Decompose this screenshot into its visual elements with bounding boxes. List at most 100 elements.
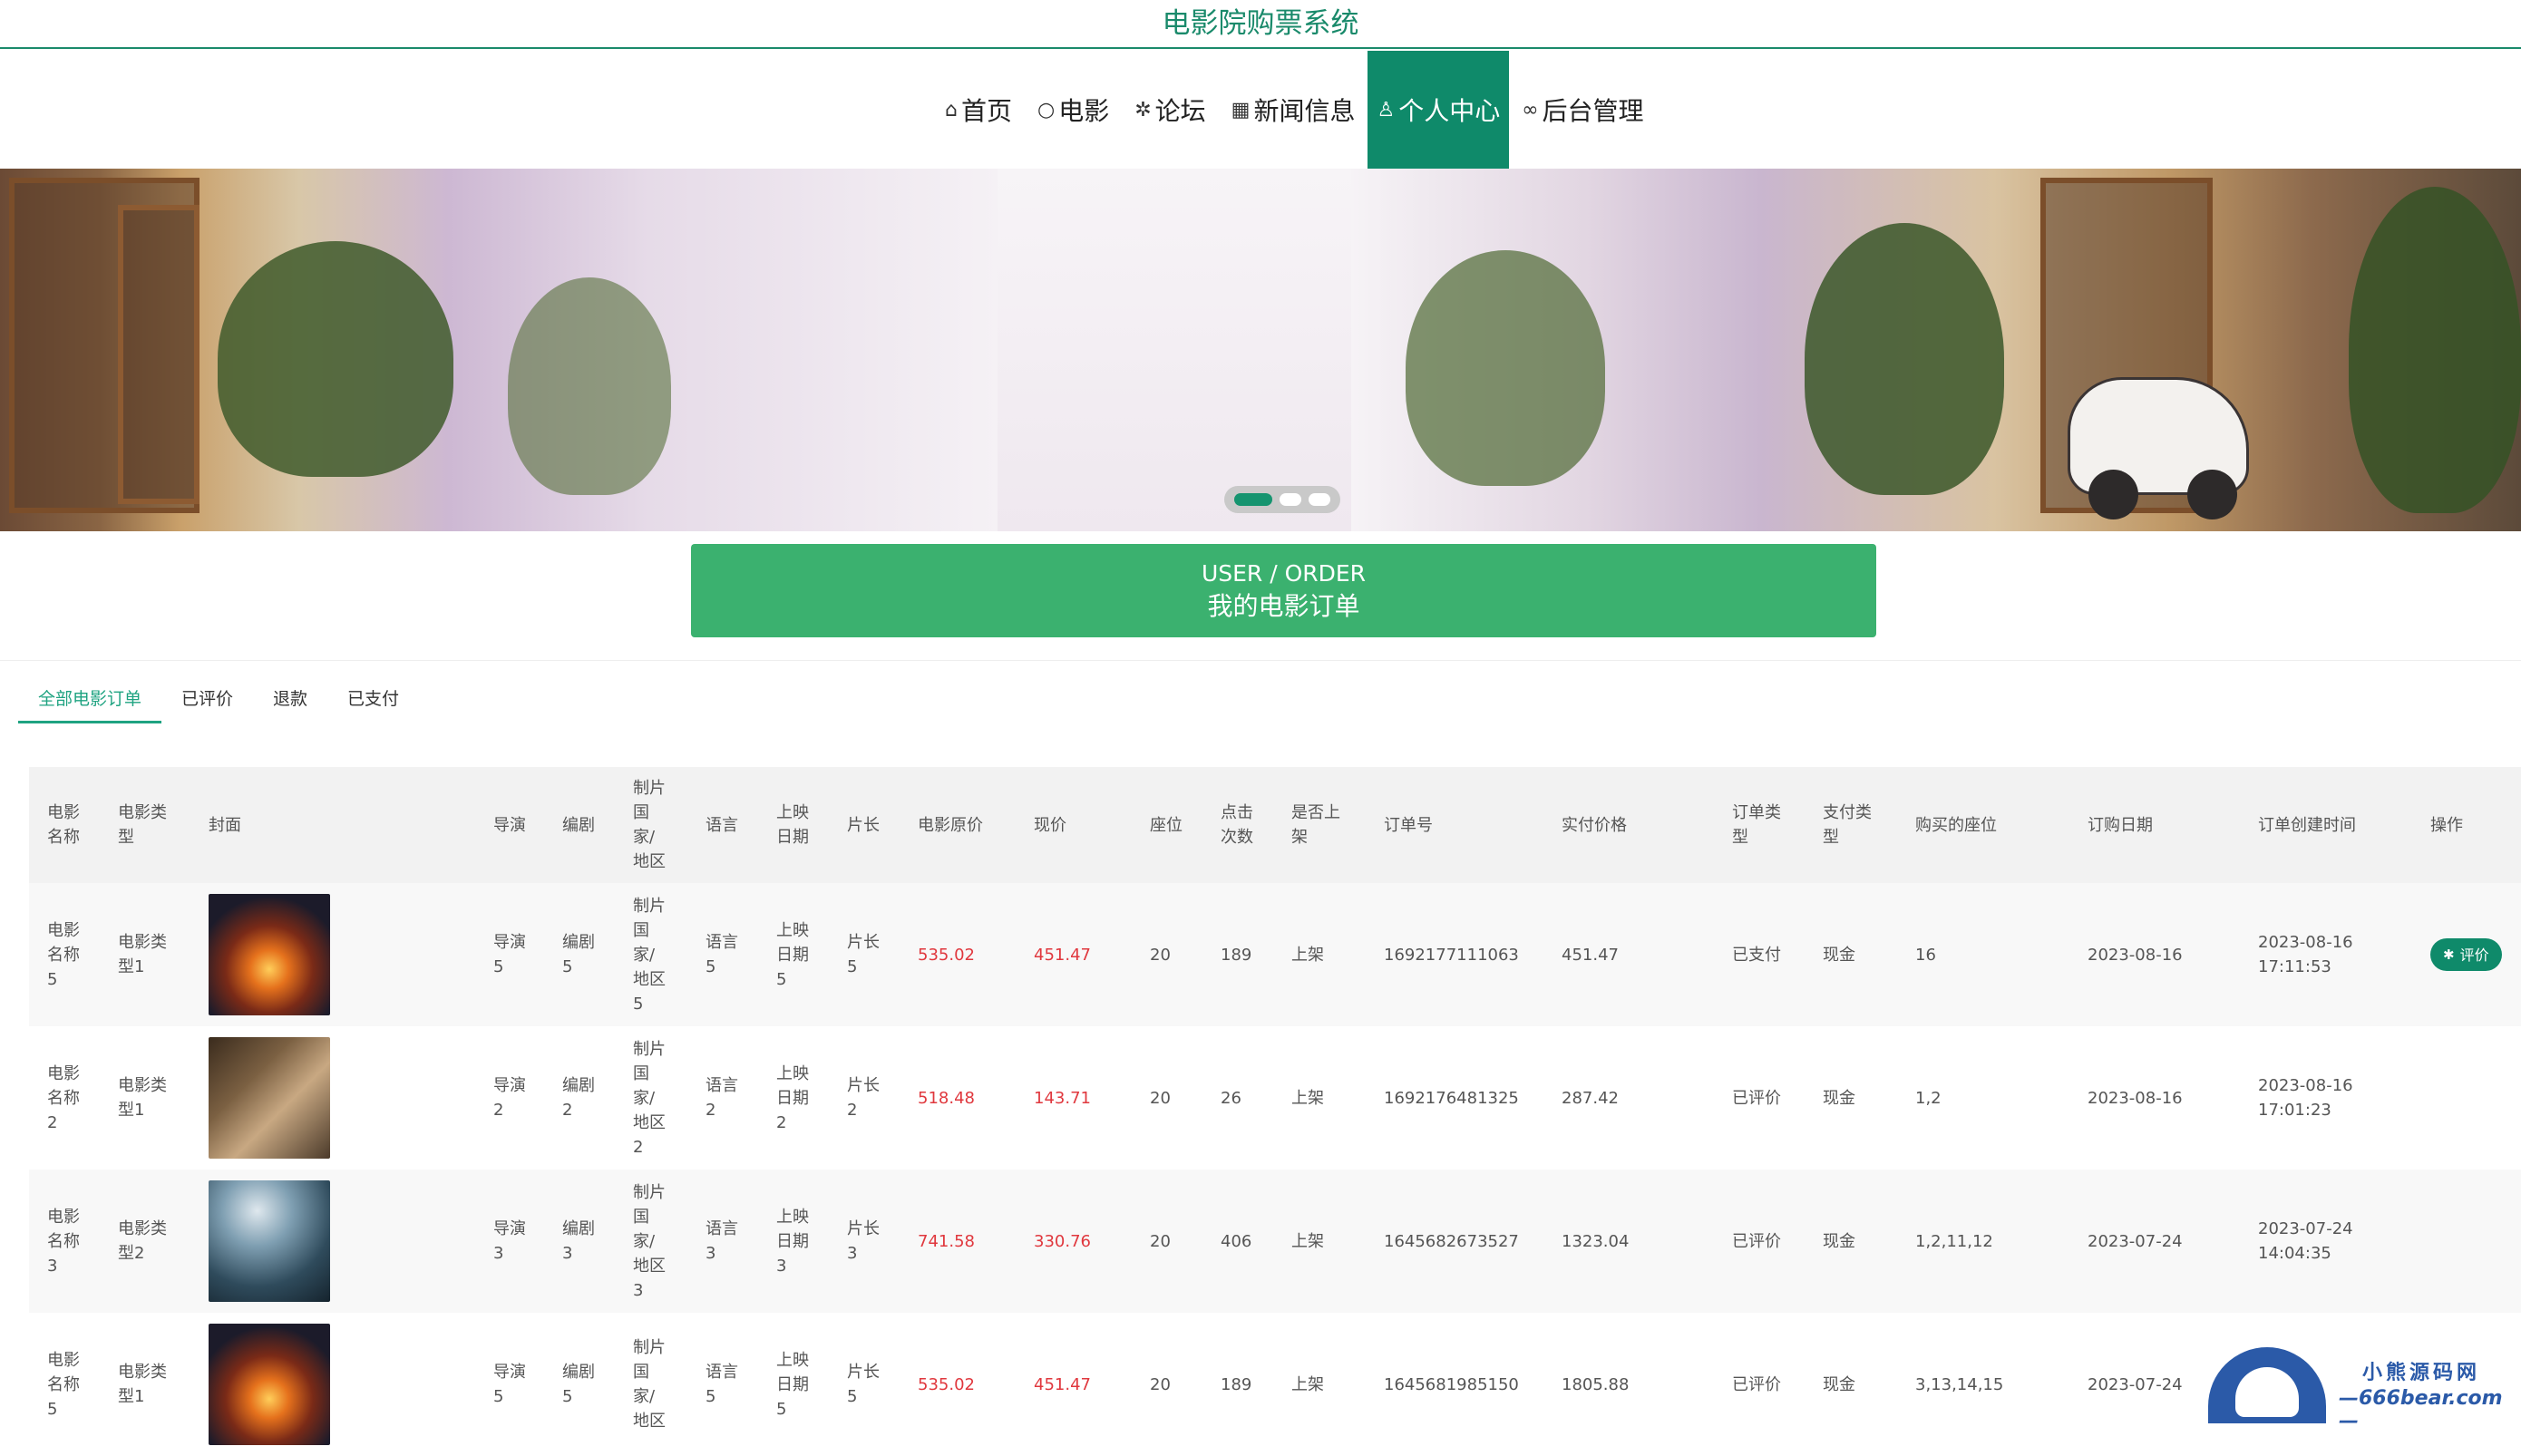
user-icon: ♙	[1377, 98, 1396, 121]
cell-pay_type: 现金	[1823, 1088, 1855, 1108]
header-cell: 制片国家/地区	[633, 779, 666, 871]
cell-created: 2023-07-24 14:04:35	[2258, 1219, 2353, 1263]
cell-order_no: 1645682673527	[1384, 1231, 1519, 1251]
header-cell: 订单创建时间	[2258, 815, 2356, 835]
cell-release: 上映 日期 3	[776, 1207, 809, 1276]
cell-length: 片长 2	[847, 1076, 880, 1120]
cell-bought_seats: 1,2	[1915, 1088, 1942, 1108]
tab-4[interactable]: 已支付	[327, 682, 419, 723]
cell-writer: 编剧 5	[562, 933, 595, 976]
cell-order_type: 已支付	[1732, 945, 1781, 965]
cell-order_no: 1645681985150	[1384, 1374, 1519, 1394]
cell-pay_type: 现金	[1823, 1374, 1855, 1394]
cell-order_no: 1692176481325	[1384, 1088, 1519, 1108]
header-cell: 订单类型	[1732, 803, 1781, 847]
cell-paid: 287.42	[1562, 1088, 1619, 1108]
movie-cover-image[interactable]	[209, 1324, 330, 1445]
cell-paid: 1805.88	[1562, 1374, 1630, 1394]
review-icon: ✱	[2443, 946, 2455, 963]
cell-country: 制片国家/地区 2	[633, 1039, 666, 1157]
watermark-logo: 小熊源码网 —666bear.com—	[2208, 1340, 2521, 1432]
cell-cover	[190, 1037, 475, 1159]
scooter-image	[2068, 377, 2249, 519]
cell-paid: 451.47	[1562, 945, 1619, 965]
cell-onsale: 上架	[1291, 1231, 1324, 1251]
cell-writer: 编剧 5	[562, 1363, 595, 1406]
cell-clicks: 189	[1221, 945, 1252, 965]
cell-country: 制片国家/地区 3	[633, 1182, 666, 1300]
cell-orig_price: 535.02	[918, 1374, 975, 1394]
movie-cover-image[interactable]	[209, 1180, 330, 1302]
cell-paid: 1323.04	[1562, 1231, 1630, 1251]
carousel-dot-1[interactable]	[1234, 493, 1272, 506]
order-table: 电影 名称 电影类型封面 导演 编剧 制片国家/地区 语言 上映 日期 片长 电影原价 现价 座位 点击次…	[29, 767, 2521, 1456]
cell-length: 片长 5	[847, 1363, 880, 1406]
table-header: 电影 名称 电影类型 封面 导演 编剧 制片国家/地区 语言 上映 日期 片长 电影原价 现价 座位 点击次…	[29, 767, 2521, 883]
cell-order_date: 2023-07-24	[2088, 1231, 2183, 1251]
nav-item-5[interactable]: ♙ 个人中心	[1368, 51, 1510, 169]
header-cell: 购买的座位	[1915, 815, 1997, 835]
cell-clicks: 26	[1221, 1088, 1241, 1108]
cell-country: 制片国家/地区	[633, 1338, 666, 1431]
tab-3[interactable]: 退款	[253, 682, 327, 723]
carousel-dot-3[interactable]	[1309, 493, 1330, 506]
forum-icon: ✲	[1134, 98, 1152, 121]
tab-1[interactable]: 全部电影订单	[18, 682, 162, 723]
cell-order_date: 2023-08-16	[2088, 945, 2183, 965]
nav-item-1[interactable]: ⌂ 首页	[932, 51, 1025, 169]
cell-writer: 编剧 2	[562, 1076, 595, 1120]
cell-release: 上映 日期 5	[776, 1350, 809, 1419]
cell-lang: 语言 5	[706, 933, 738, 976]
header-cell: 编剧	[562, 815, 595, 835]
order-tabs: 全部电影订单 已评价 退款 已支付	[18, 682, 419, 723]
news-icon: ▦	[1231, 98, 1251, 121]
section-title-banner: USER / ORDER 我的电影订单	[691, 544, 1876, 637]
cell-price: 330.76	[1034, 1231, 1091, 1251]
cell-director: 导演 3	[493, 1219, 526, 1263]
cell-cover	[190, 1324, 475, 1445]
nav-item-4[interactable]: ▦ 新闻信息	[1219, 51, 1368, 169]
table-row: 电影 名称 3 电影类 型2 导演 3 编剧 3 制片国家/地区 3 语言 3 上映 日期 3 片长 3 741.5…	[29, 1170, 2521, 1313]
cell-pay_type: 现金	[1823, 945, 1855, 965]
header-cell: 是否上架	[1291, 803, 1340, 847]
nav-item-3[interactable]: ✲ 论坛	[1122, 51, 1218, 169]
movie-cover-image[interactable]	[209, 894, 330, 1015]
nav-item-6[interactable]: ∞ 后台管理	[1509, 51, 1656, 169]
cell-order_type: 已评价	[1732, 1374, 1781, 1394]
cell-onsale: 上架	[1291, 1374, 1324, 1394]
nav-item-label: 个人中心	[1398, 96, 1501, 126]
cell-writer: 编剧 3	[562, 1219, 595, 1263]
nav-item-label: 电影	[1058, 96, 1110, 126]
cell-price: 451.47	[1034, 945, 1091, 965]
cell-type: 电影类 型1	[118, 1076, 167, 1120]
bear-logo-icon	[2208, 1347, 2326, 1423]
cell-lang: 语言 5	[706, 1363, 738, 1406]
cell-pay_type: 现金	[1823, 1231, 1855, 1251]
tab-2[interactable]: 已评价	[161, 682, 253, 723]
cell-bought_seats: 1,2,11,12	[1915, 1231, 1993, 1251]
home-icon: ⌂	[945, 98, 958, 121]
cell-orig_price: 741.58	[918, 1231, 975, 1251]
header-cell: 上映 日期	[776, 803, 809, 847]
site-title: 电影院购票系统	[1162, 7, 1359, 40]
cell-name: 电影 名称 2	[47, 1063, 80, 1132]
movie-cover-image[interactable]	[209, 1037, 330, 1159]
header-cell: 订购日期	[2088, 815, 2153, 835]
carousel-dot-2[interactable]	[1280, 493, 1301, 506]
review-button-label: 评价	[2459, 946, 2489, 964]
carousel-indicators	[1224, 486, 1340, 513]
cell-seats: 20	[1150, 1374, 1171, 1394]
header-cell: 导演	[493, 815, 526, 835]
review-button[interactable]: ✱ 评价	[2430, 938, 2502, 971]
nav-item-2[interactable]: ○ 电影	[1025, 51, 1122, 169]
watermark-line-2: —666bear.com—	[2339, 1387, 2503, 1432]
cell-clicks: 189	[1221, 1374, 1252, 1394]
banner-carousel[interactable]	[0, 169, 2521, 531]
cell-type: 电影类 型1	[118, 933, 167, 976]
cell-name: 电影 名称 5	[47, 1350, 80, 1419]
site-header: 电影院购票系统	[0, 0, 2521, 49]
header-cell: 订单号	[1384, 815, 1433, 835]
cell-release: 上映 日期 5	[776, 920, 809, 989]
cell-created: 2023-08-16 17:11:53	[2258, 933, 2353, 976]
link-icon: ∞	[1522, 98, 1539, 121]
